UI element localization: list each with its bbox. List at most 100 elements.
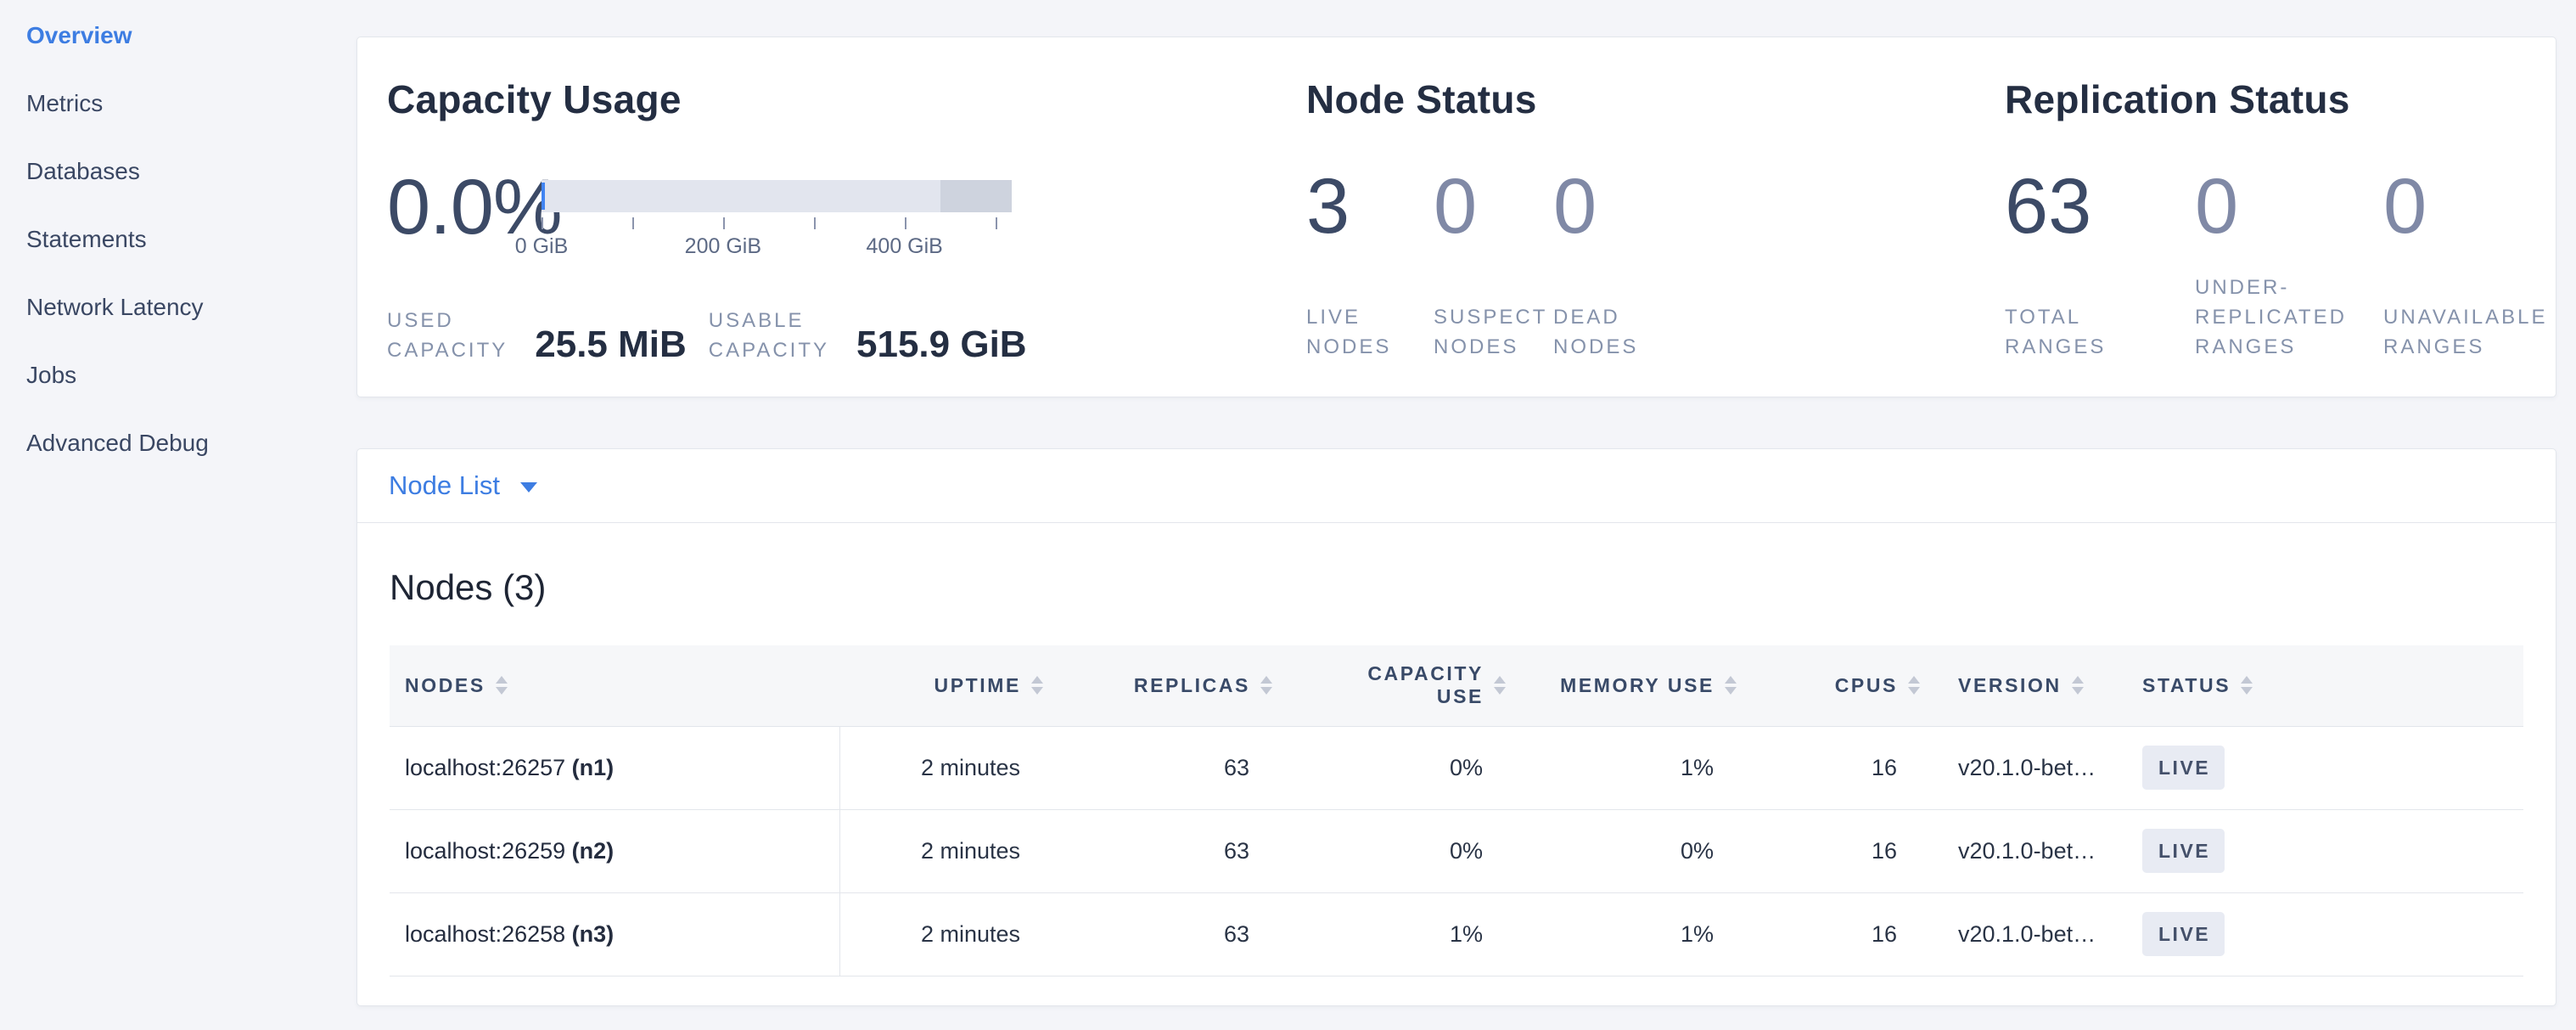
uptime-cell: 2 minutes [839,892,1043,976]
nodes-table: NODES UPTIME REPLICAS CAPACITY USE [390,645,2523,977]
capacity-use-cell: 0% [1272,809,1506,892]
capacity-bar-used-marker [542,183,545,210]
node-address-cell[interactable]: localhost:26257 (n1) [390,726,839,809]
node-status-section: Node Status 3 LIVE NODES 0 SUSPECT NODES… [1306,37,2005,397]
status-badge: LIVE [2142,746,2225,790]
used-capacity-stat: USED CAPACITY 25.5 MiB [387,306,687,365]
sort-icon[interactable] [2072,676,2084,695]
node-list-card: Node List Nodes (3) NODES UPTIME [356,448,2556,1006]
total-ranges-stat: 63 TOTAL RANGES [2005,163,2195,362]
under-replicated-ranges-label: UNDER- REPLICATED RANGES [2195,273,2383,362]
table-row: localhost:26259 (n2) 2 minutes 63 0% 0% … [390,809,2523,892]
suspect-nodes-label: SUSPECT NODES [1434,302,1553,362]
suspect-nodes-count: 0 [1434,163,1553,250]
capacity-bar [542,180,1012,212]
capacity-bar-chart: 0 GiB 200 GiB 400 GiB [542,180,1012,263]
axis-label-0gib: 0 GiB [515,234,569,259]
column-header-capacity-use[interactable]: CAPACITY USE [1272,645,1506,726]
replication-status-section: Replication Status 63 TOTAL RANGES 0 UND… [2005,37,2556,397]
column-header-nodes[interactable]: NODES [390,645,839,726]
dead-nodes-stat: 0 DEAD NODES [1553,163,1638,362]
replicas-cell: 63 [1043,809,1272,892]
sort-icon[interactable] [496,676,508,695]
capacity-axis-ticks [542,216,1012,231]
sort-icon[interactable] [1260,676,1272,695]
column-header-status[interactable]: STATUS [2111,645,2523,726]
column-header-cpus[interactable]: CPUS [1737,645,1920,726]
version-cell: v20.1.0-bet… [1920,892,2111,976]
version-cell: v20.1.0-bet… [1920,809,2111,892]
chevron-down-icon [520,482,537,492]
node-address-cell[interactable]: localhost:26259 (n2) [390,809,839,892]
total-ranges-label: TOTAL RANGES [2005,302,2195,362]
usable-capacity-label: USABLE CAPACITY [709,306,829,365]
sort-icon[interactable] [2241,676,2253,695]
used-capacity-value: 25.5 MiB [535,327,687,365]
cluster-overview-card: Capacity Usage 0.0% 0 GiB 200 [356,37,2556,397]
sort-icon[interactable] [1908,676,1920,695]
sidebar-item-databases[interactable]: Databases [0,138,348,205]
table-row: localhost:26258 (n3) 2 minutes 63 1% 1% … [390,892,2523,976]
memory-use-cell: 1% [1506,726,1737,809]
nodes-table-header-row: NODES UPTIME REPLICAS CAPACITY USE [390,645,2523,726]
status-badge: LIVE [2142,829,2225,873]
sidebar-item-overview[interactable]: Overview [0,2,348,70]
unavailable-ranges-count: 0 [2383,163,2548,250]
sidebar-item-statements[interactable]: Statements [0,205,348,273]
node-list-dropdown-bar: Node List [357,449,2556,523]
capacity-use-cell: 1% [1272,892,1506,976]
uptime-cell: 2 minutes [839,726,1043,809]
unavailable-ranges-stat: 0 UNAVAILABLE RANGES [2383,163,2548,362]
unavailable-ranges-label: UNAVAILABLE RANGES [2383,302,2548,362]
capacity-axis-labels: 0 GiB 200 GiB 400 GiB [542,234,1012,260]
capacity-use-cell: 0% [1272,726,1506,809]
node-id: (n2) [572,838,615,864]
under-replicated-ranges-count: 0 [2195,163,2383,250]
sidebar: Overview Metrics Databases Statements Ne… [0,0,348,1030]
node-id: (n3) [572,921,615,947]
node-id: (n1) [572,755,615,780]
memory-use-cell: 1% [1506,892,1737,976]
capacity-usage-title: Capacity Usage [387,76,1306,122]
node-address-cell[interactable]: localhost:26258 (n3) [390,892,839,976]
replication-status-title: Replication Status [2005,76,2556,122]
capacity-usage-section: Capacity Usage 0.0% 0 GiB 200 [357,37,1306,397]
live-nodes-stat: 3 LIVE NODES [1306,163,1434,362]
dead-nodes-label: DEAD NODES [1553,302,1638,362]
axis-label-200gib: 200 GiB [685,234,761,259]
total-ranges-count: 63 [2005,163,2195,250]
version-cell: v20.1.0-bet… [1920,726,2111,809]
suspect-nodes-stat: 0 SUSPECT NODES [1434,163,1553,362]
sidebar-item-metrics[interactable]: Metrics [0,70,348,138]
sort-icon[interactable] [1494,676,1506,695]
dead-nodes-count: 0 [1553,163,1638,250]
node-list-dropdown[interactable]: Node List [389,470,537,501]
under-replicated-ranges-stat: 0 UNDER- REPLICATED RANGES [2195,163,2383,362]
column-header-uptime[interactable]: UPTIME [839,645,1043,726]
cpus-cell: 16 [1737,892,1920,976]
sidebar-item-jobs[interactable]: Jobs [0,341,348,409]
status-cell: LIVE [2111,809,2523,892]
live-nodes-label: LIVE NODES [1306,302,1434,362]
node-status-title: Node Status [1306,76,2005,122]
sidebar-item-advanced-debug[interactable]: Advanced Debug [0,409,348,477]
column-header-memory-use[interactable]: MEMORY USE [1506,645,1737,726]
replicas-cell: 63 [1043,892,1272,976]
status-cell: LIVE [2111,892,2523,976]
axis-label-400gib: 400 GiB [867,234,943,259]
column-header-replicas[interactable]: REPLICAS [1043,645,1272,726]
nodes-table-title: Nodes (3) [390,567,2523,608]
usable-capacity-stat: USABLE CAPACITY 515.9 GiB [709,306,1027,365]
sidebar-item-network-latency[interactable]: Network Latency [0,273,348,341]
status-cell: LIVE [2111,726,2523,809]
sort-icon[interactable] [1725,676,1737,695]
column-header-version[interactable]: VERSION [1920,645,2111,726]
cpus-cell: 16 [1737,809,1920,892]
replicas-cell: 63 [1043,726,1272,809]
node-list-dropdown-label: Node List [389,470,500,501]
usable-capacity-value: 515.9 GiB [856,327,1027,365]
uptime-cell: 2 minutes [839,809,1043,892]
table-row: localhost:26257 (n1) 2 minutes 63 0% 1% … [390,726,2523,809]
memory-use-cell: 0% [1506,809,1737,892]
sort-icon[interactable] [1031,676,1043,695]
